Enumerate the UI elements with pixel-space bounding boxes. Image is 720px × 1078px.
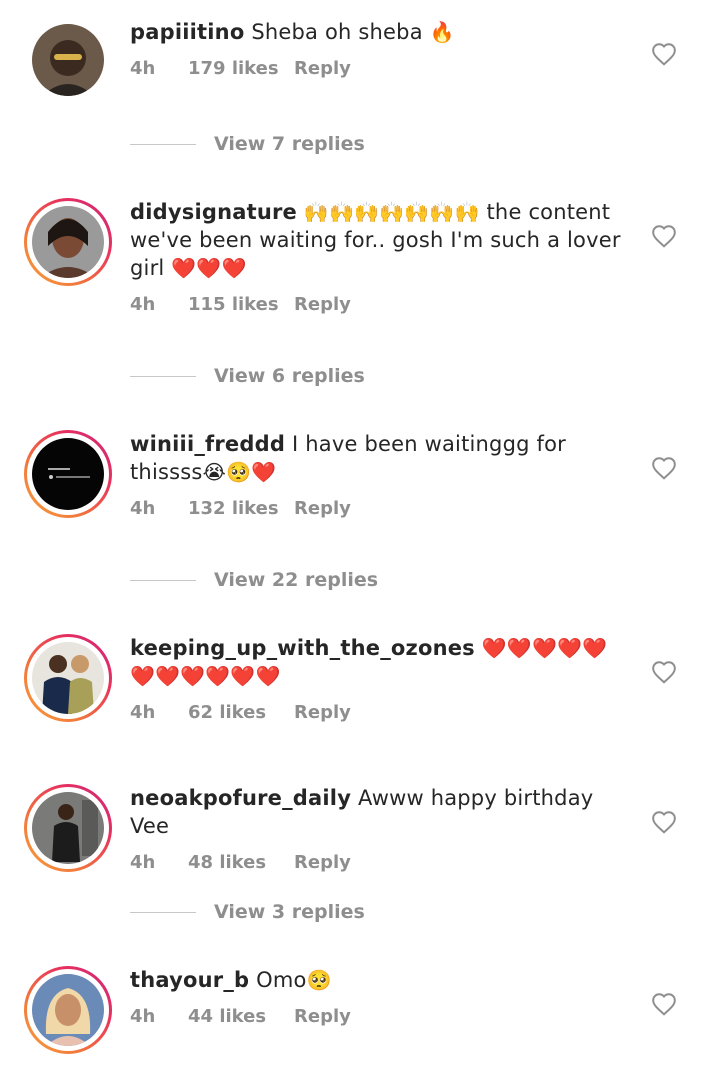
reply-button[interactable]: Reply <box>294 294 351 315</box>
avatar-image <box>32 642 104 714</box>
comment-likes[interactable]: 179 likes <box>188 58 294 79</box>
comment-meta: 4h 48 likes Reply <box>130 852 630 873</box>
avatar-image <box>32 206 104 278</box>
comment-text: thayour_b Omo🥺 <box>130 966 630 994</box>
comment-likes[interactable]: 115 likes <box>188 294 294 315</box>
reply-button[interactable]: Reply <box>294 498 351 519</box>
comment-username[interactable]: thayour_b <box>130 968 249 992</box>
avatar[interactable] <box>24 430 112 518</box>
avatar[interactable] <box>24 966 112 1054</box>
comment-time: 4h <box>130 852 156 873</box>
comment-body: thayour_b Omo🥺 4h 44 likes Reply <box>130 966 630 1027</box>
comment-message: Omo <box>256 968 307 992</box>
comment-body: neoakpofure_daily Awww happy birthday Ve… <box>130 784 630 873</box>
comment-text: winiii_freddd I have been waitinggg for … <box>130 430 630 486</box>
reply-button[interactable]: Reply <box>294 702 351 723</box>
comment-username[interactable]: papiiitino <box>130 20 244 44</box>
comment-meta: 4h 115 likes Reply <box>130 294 630 315</box>
comment-time: 4h <box>130 1006 156 1027</box>
comment-body: papiiitino Sheba oh sheba 🔥 4h 179 likes… <box>130 18 630 79</box>
avatar[interactable] <box>24 634 112 722</box>
avatar[interactable] <box>24 784 112 872</box>
comment-text: keeping_up_with_the_ozones ❤️❤️❤️❤️❤️❤️❤… <box>130 634 630 690</box>
view-replies-button[interactable]: View 6 replies <box>130 365 365 387</box>
comment-message: Sheba oh sheba <box>251 20 423 44</box>
avatar-portrait-icon <box>32 206 104 278</box>
comment-meta: 4h 62 likes Reply <box>130 702 630 723</box>
comment-time: 4h <box>130 498 156 519</box>
heart-outline-icon[interactable] <box>651 224 677 248</box>
divider-line <box>130 911 196 913</box>
comment-meta: 4h 132 likes Reply <box>130 498 630 519</box>
comment-likes[interactable]: 48 likes <box>188 852 294 873</box>
comment-emoji: ❤️❤️❤️ <box>171 256 247 280</box>
comment-username[interactable]: winiii_freddd <box>130 432 285 456</box>
avatar-portrait-icon <box>32 792 104 864</box>
heart-outline-icon[interactable] <box>651 42 677 66</box>
comment-emoji-lead: 🙌🙌🙌🙌🙌🙌🙌 <box>303 200 480 224</box>
comment-username[interactable]: didysignature <box>130 200 297 224</box>
comment-meta: 4h 179 likes Reply <box>130 58 630 79</box>
reply-button[interactable]: Reply <box>294 852 351 873</box>
avatar-screenshot-icon <box>32 438 104 510</box>
avatar-couple-icon <box>32 642 104 714</box>
heart-outline-icon[interactable] <box>651 810 677 834</box>
comment-emoji: 🔥 <box>429 20 455 44</box>
comment-likes[interactable]: 44 likes <box>188 1006 294 1027</box>
comment-text: papiiitino Sheba oh sheba 🔥 <box>130 18 630 46</box>
heart-outline-icon[interactable] <box>651 992 677 1016</box>
comment-emoji: 🥺 <box>306 968 332 992</box>
comment-username[interactable]: keeping_up_with_the_ozones <box>130 636 475 660</box>
comment-body: winiii_freddd I have been waitinggg for … <box>130 430 630 519</box>
reply-button[interactable]: Reply <box>294 58 351 79</box>
comment-time: 4h <box>130 294 156 315</box>
comment-time: 4h <box>130 702 156 723</box>
avatar-image <box>32 792 104 864</box>
divider-line <box>130 375 196 377</box>
divider-line <box>130 143 196 145</box>
avatar-image <box>32 24 104 96</box>
comment-likes[interactable]: 62 likes <box>188 702 294 723</box>
avatar[interactable] <box>32 24 104 96</box>
comment-meta: 4h 44 likes Reply <box>130 1006 630 1027</box>
avatar-image <box>32 974 104 1046</box>
comment-time: 4h <box>130 58 156 79</box>
comment-username[interactable]: neoakpofure_daily <box>130 786 351 810</box>
comment-likes[interactable]: 132 likes <box>188 498 294 519</box>
view-replies-button[interactable]: View 22 replies <box>130 569 378 591</box>
avatar[interactable] <box>24 198 112 286</box>
heart-outline-icon[interactable] <box>651 456 677 480</box>
view-replies-label: View 3 replies <box>214 901 365 923</box>
avatar-portrait-icon <box>32 974 104 1046</box>
comment-body: didysignature 🙌🙌🙌🙌🙌🙌🙌 the content we've … <box>130 198 630 315</box>
comment-text: didysignature 🙌🙌🙌🙌🙌🙌🙌 the content we've … <box>130 198 630 282</box>
view-replies-button[interactable]: View 7 replies <box>130 133 365 155</box>
view-replies-label: View 22 replies <box>214 569 379 591</box>
comment-body: keeping_up_with_the_ozones ❤️❤️❤️❤️❤️❤️❤… <box>130 634 630 723</box>
comment-emoji: 😭🥺❤️ <box>202 460 277 484</box>
view-replies-button[interactable]: View 3 replies <box>130 901 365 923</box>
avatar-portrait-icon <box>32 24 104 96</box>
view-replies-label: View 7 replies <box>214 133 365 155</box>
avatar-image <box>32 438 104 510</box>
view-replies-label: View 6 replies <box>214 365 365 387</box>
divider-line <box>130 579 196 581</box>
reply-button[interactable]: Reply <box>294 1006 351 1027</box>
comment-text: neoakpofure_daily Awww happy birthday Ve… <box>130 784 630 840</box>
heart-outline-icon[interactable] <box>651 660 677 684</box>
